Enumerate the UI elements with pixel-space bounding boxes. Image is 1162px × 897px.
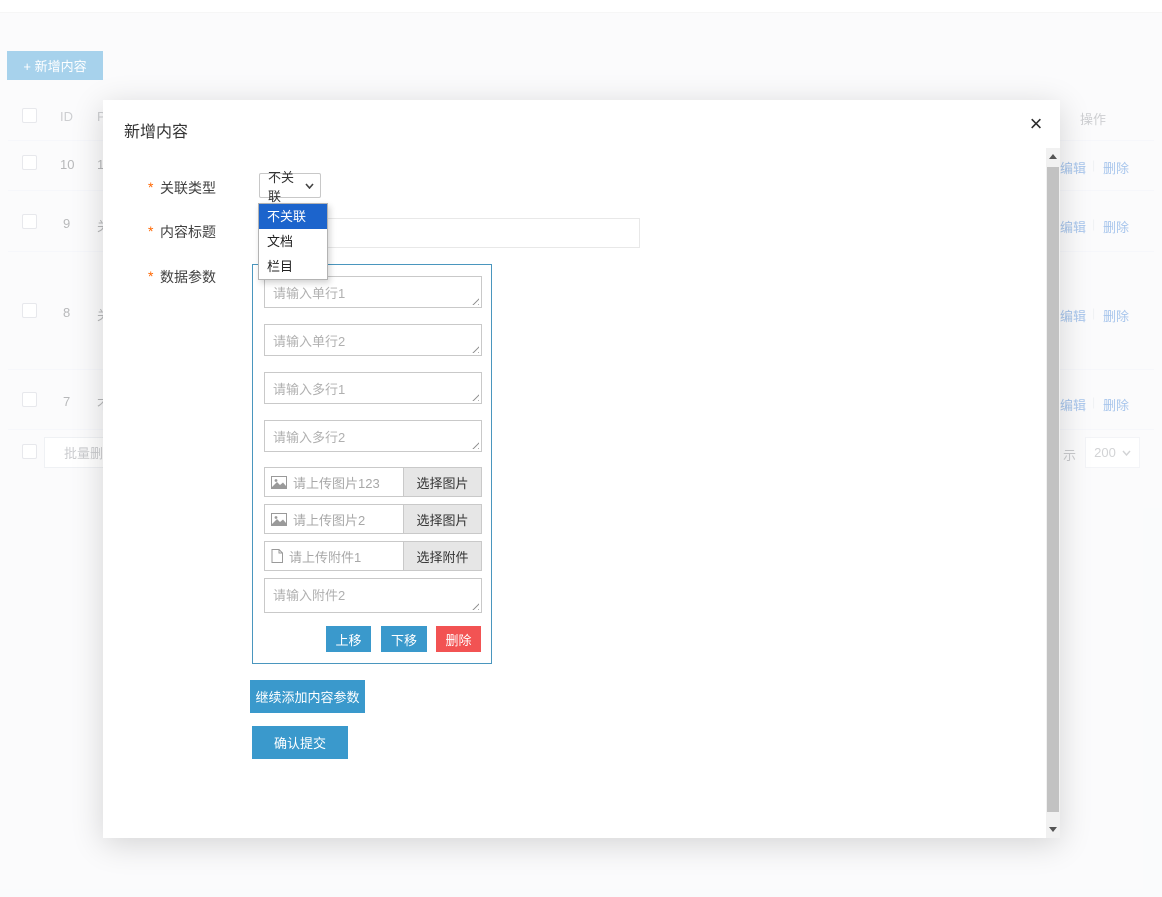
- single-line-1-textarea[interactable]: [264, 276, 482, 308]
- image-upload-row-2: 请上传图片2 选择图片: [264, 504, 482, 534]
- attachment-2-wrap: [264, 578, 482, 613]
- multi-line-1-wrap: [264, 372, 482, 404]
- upload-placeholder: 请上传附件1: [289, 547, 361, 566]
- content-title-label: 内容标题: [160, 222, 216, 242]
- relation-type-select[interactable]: 不关联: [259, 173, 321, 198]
- scroll-down-icon[interactable]: [1046, 821, 1060, 838]
- image-upload-row-1: 请上传图片123 选择图片: [264, 467, 482, 497]
- scroll-up-icon[interactable]: [1046, 148, 1060, 165]
- modal-title: 新增内容: [124, 118, 188, 142]
- multi-line-1-textarea[interactable]: [264, 372, 482, 404]
- relation-type-value: 不关联: [268, 167, 299, 205]
- single-line-1-wrap: [264, 276, 482, 308]
- data-params-group: 请上传图片123 选择图片 请上传图片2 选择图片 请上传附件: [252, 264, 492, 664]
- attachment-2-textarea[interactable]: [264, 578, 482, 613]
- dropdown-option-lanmu[interactable]: 栏目: [259, 254, 327, 279]
- image-icon: [271, 513, 287, 526]
- move-up-button[interactable]: 上移: [326, 626, 371, 652]
- move-down-button[interactable]: 下移: [381, 626, 427, 652]
- add-more-params-button[interactable]: 继续添加内容参数: [250, 680, 365, 713]
- choose-image-button[interactable]: 选择图片: [403, 505, 481, 533]
- file-icon: [271, 549, 283, 563]
- relation-type-label: 关联类型: [160, 178, 216, 198]
- upload-placeholder: 请上传图片123: [293, 473, 380, 492]
- single-line-2-textarea[interactable]: [264, 324, 482, 356]
- scrollbar-thumb[interactable]: [1047, 167, 1059, 812]
- file-upload-row: 请上传附件1 选择附件: [264, 541, 482, 571]
- file-upload-field[interactable]: 请上传附件1: [265, 542, 403, 570]
- data-params-label: 数据参数: [160, 267, 216, 287]
- choose-image-button[interactable]: 选择图片: [403, 468, 481, 496]
- submit-button[interactable]: 确认提交: [252, 726, 348, 759]
- add-content-modal: 新增内容 × * 关联类型 不关联 不关联 文档 栏目 * 内容标题 * 数据参…: [103, 100, 1060, 838]
- multi-line-2-wrap: [264, 420, 482, 452]
- chevron-down-icon: [305, 183, 314, 189]
- modal-scrollbar[interactable]: [1046, 148, 1060, 838]
- relation-type-dropdown: 不关联 文档 栏目: [258, 203, 328, 280]
- image-upload-1-field[interactable]: 请上传图片123: [265, 468, 403, 496]
- image-upload-2-field[interactable]: 请上传图片2: [265, 505, 403, 533]
- required-asterisk: *: [148, 223, 153, 239]
- required-asterisk: *: [148, 179, 153, 195]
- single-line-2-wrap: [264, 324, 482, 356]
- close-icon[interactable]: ×: [1022, 110, 1050, 138]
- dropdown-option-wendang[interactable]: 文档: [259, 229, 327, 254]
- required-asterisk: *: [148, 268, 153, 284]
- delete-param-button[interactable]: 删除: [436, 626, 481, 652]
- upload-placeholder: 请上传图片2: [293, 510, 365, 529]
- multi-line-2-textarea[interactable]: [264, 420, 482, 452]
- dropdown-option-bu-guanlian[interactable]: 不关联: [259, 204, 327, 229]
- image-icon: [271, 476, 287, 489]
- choose-file-button[interactable]: 选择附件: [403, 542, 481, 570]
